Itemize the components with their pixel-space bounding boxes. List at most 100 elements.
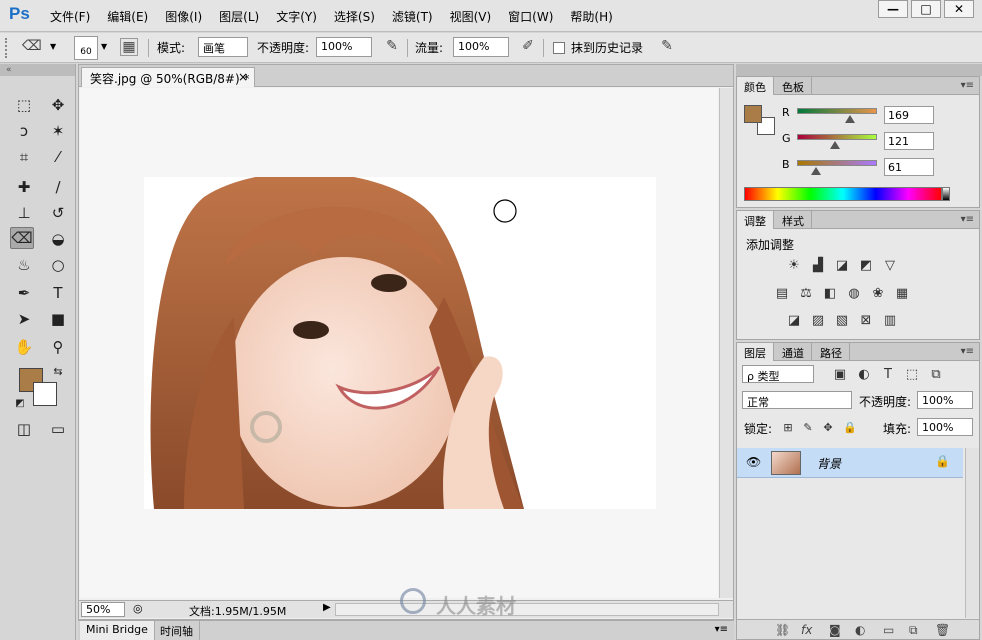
- add-mask-icon[interactable]: ◙: [829, 623, 841, 637]
- close-tab-icon[interactable]: ×: [238, 70, 248, 84]
- crop-tool-icon[interactable]: ⌗: [12, 146, 36, 168]
- delete-layer-icon[interactable]: 🗑: [935, 623, 950, 637]
- new-adjustment-layer-icon[interactable]: ◐: [855, 623, 865, 637]
- pressure-opacity-icon[interactable]: ✎: [383, 38, 401, 56]
- healing-brush-icon[interactable]: ✚: [12, 176, 36, 198]
- menu-image[interactable]: 图像(I): [165, 8, 202, 25]
- close-button[interactable]: ✕: [944, 0, 974, 18]
- panel-dock-header[interactable]: [736, 64, 982, 76]
- layers-scrollbar[interactable]: [965, 448, 979, 618]
- zoom-tool-icon[interactable]: ⚲: [46, 336, 70, 358]
- filter-adjustment-icon[interactable]: ◐: [855, 367, 873, 383]
- vibrance-icon[interactable]: ▽: [881, 258, 899, 274]
- filter-type-icon[interactable]: T: [879, 367, 897, 383]
- path-selection-icon[interactable]: ➤: [12, 308, 36, 330]
- tab-color[interactable]: 颜色: [737, 77, 774, 95]
- filter-pixel-icon[interactable]: ▣: [831, 367, 849, 383]
- link-layers-icon[interactable]: ⛓: [775, 623, 790, 637]
- menu-window[interactable]: 窗口(W): [508, 8, 553, 25]
- visibility-eye-icon[interactable]: 👁: [746, 455, 761, 469]
- filter-shape-icon[interactable]: ⬚: [903, 367, 921, 383]
- eraser-tool-preset-icon[interactable]: ⌫: [22, 38, 42, 56]
- channel-g-field[interactable]: 121: [884, 132, 934, 150]
- swap-colors-icon[interactable]: ⇆: [46, 360, 70, 382]
- photo-smiling-girl[interactable]: [144, 177, 656, 509]
- gradient-map-icon[interactable]: ▥: [881, 313, 899, 329]
- channel-g-track[interactable]: [797, 134, 877, 140]
- marquee-tool-icon[interactable]: ⬚: [12, 94, 36, 116]
- layer-filter-select[interactable]: ρ 类型: [742, 365, 814, 383]
- mode-select[interactable]: 画笔: [198, 37, 248, 57]
- toolbox-header[interactable]: «: [0, 64, 75, 76]
- invert-icon[interactable]: ◪: [785, 313, 803, 329]
- lock-pixels-icon[interactable]: ✎: [799, 421, 817, 437]
- brush-panel-icon[interactable]: ▦: [120, 38, 138, 56]
- history-brush-icon[interactable]: ↺: [46, 202, 70, 224]
- options-grip[interactable]: [5, 38, 8, 58]
- exposure-icon[interactable]: ◩: [857, 258, 875, 274]
- default-colors-icon[interactable]: ◩: [8, 392, 32, 414]
- brush-size-picker[interactable]: 60: [74, 36, 98, 60]
- canvas[interactable]: [80, 88, 718, 598]
- background-color-swatch[interactable]: [33, 382, 57, 406]
- tab-timeline[interactable]: 时间轴: [154, 621, 200, 640]
- color-panel-menu-icon[interactable]: ▾≡: [961, 80, 974, 91]
- erase-history-checkbox[interactable]: [553, 42, 565, 54]
- dodge-tool-icon[interactable]: ○: [46, 254, 70, 276]
- brush-picker-arrow-icon[interactable]: ▼: [101, 42, 107, 51]
- menu-layer[interactable]: 图层(L): [219, 8, 259, 25]
- eraser-tool-icon[interactable]: ⌫: [10, 227, 34, 249]
- document-tab[interactable]: 笑容.jpg @ 50%(RGB/8#) * ×: [81, 67, 255, 87]
- tab-layers[interactable]: 图层: [737, 343, 774, 361]
- pressure-size-icon[interactable]: ✎: [658, 38, 676, 56]
- layer-style-fx-icon[interactable]: fx: [801, 623, 812, 637]
- selective-color-icon[interactable]: ⊠: [857, 313, 875, 329]
- color-balance-icon[interactable]: ⚖: [797, 286, 815, 302]
- tab-mini-bridge[interactable]: Mini Bridge: [80, 621, 155, 640]
- posterize-icon[interactable]: ▨: [809, 313, 827, 329]
- channel-b-track[interactable]: [797, 160, 877, 166]
- paint-bucket-icon[interactable]: ◒: [46, 228, 70, 250]
- menu-file[interactable]: 文件(F): [50, 8, 90, 25]
- channel-r-thumb[interactable]: [845, 115, 856, 123]
- black-white-ramp[interactable]: [942, 187, 950, 201]
- layer-row-background[interactable]: 👁 背景 🔒: [737, 448, 963, 478]
- minimize-button[interactable]: —: [878, 0, 908, 18]
- menu-edit[interactable]: 编辑(E): [107, 8, 148, 25]
- quick-mask-icon[interactable]: ◫: [12, 418, 36, 440]
- new-layer-icon[interactable]: ⧉: [909, 623, 918, 638]
- rectangle-tool-icon[interactable]: ■: [46, 308, 70, 330]
- zoom-field[interactable]: 50%: [81, 602, 125, 617]
- menu-type[interactable]: 文字(Y): [276, 8, 317, 25]
- lock-all-icon[interactable]: 🔒: [841, 421, 859, 437]
- photo-filter-icon[interactable]: ◍: [845, 286, 863, 302]
- threshold-icon[interactable]: ▧: [833, 313, 851, 329]
- lock-position-icon[interactable]: ✥: [819, 421, 837, 437]
- adjustments-panel-menu-icon[interactable]: ▾≡: [961, 214, 974, 225]
- lock-transparent-icon[interactable]: ⊞: [779, 421, 797, 437]
- layer-opacity-field[interactable]: 100%: [917, 391, 973, 409]
- hue-saturation-icon[interactable]: ▤: [773, 286, 791, 302]
- hand-tool-icon[interactable]: ✋: [12, 336, 36, 358]
- levels-icon[interactable]: ▟: [809, 258, 827, 274]
- tab-channels[interactable]: 通道: [775, 343, 812, 361]
- black-white-icon[interactable]: ◧: [821, 286, 839, 302]
- flow-field[interactable]: 100%: [453, 37, 509, 57]
- tab-swatches[interactable]: 色板: [775, 77, 812, 95]
- channel-r-field[interactable]: 169: [884, 106, 934, 124]
- lasso-tool-icon[interactable]: ↄ: [12, 120, 36, 142]
- preset-dropdown-arrow-icon[interactable]: ▼: [50, 42, 56, 51]
- vertical-scrollbar[interactable]: [719, 88, 733, 598]
- status-arrow-icon[interactable]: ▶: [323, 602, 331, 613]
- tab-styles[interactable]: 样式: [775, 211, 812, 229]
- status-menu-icon[interactable]: ◎: [133, 602, 143, 615]
- menu-select[interactable]: 选择(S): [334, 8, 375, 25]
- color-spectrum-bar[interactable]: [744, 187, 942, 201]
- screen-mode-icon[interactable]: ▭: [46, 418, 70, 440]
- color-lookup-icon[interactable]: ▦: [893, 286, 911, 302]
- horizontal-scrollbar[interactable]: [335, 603, 719, 616]
- menu-filter[interactable]: 滤镜(T): [392, 8, 433, 25]
- channel-b-field[interactable]: 61: [884, 158, 934, 176]
- type-tool-icon[interactable]: T: [46, 282, 70, 304]
- channel-mixer-icon[interactable]: ❀: [869, 286, 887, 302]
